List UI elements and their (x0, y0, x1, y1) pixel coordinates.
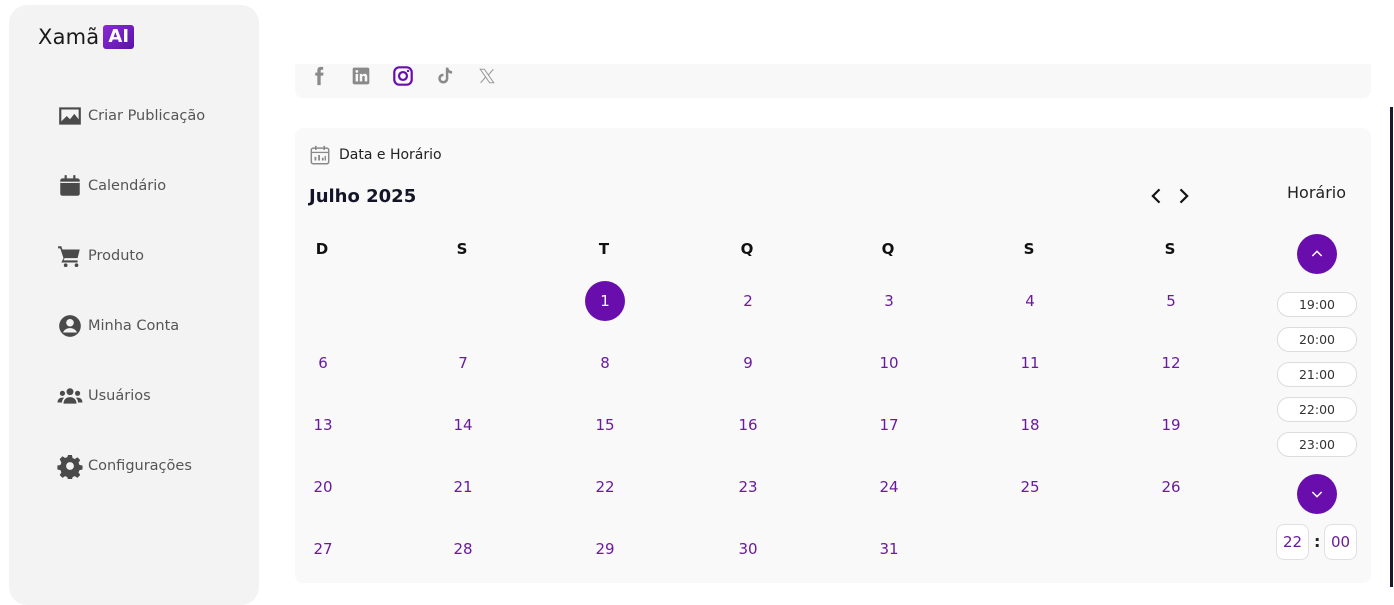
calendar-day[interactable]: 10 (869, 343, 909, 383)
calendar-day[interactable]: 3 (869, 281, 909, 321)
sidebar-item-label: Minha Conta (88, 318, 180, 334)
calendar-day[interactable]: 9 (728, 343, 768, 383)
calendar-day[interactable]: 6 (303, 343, 343, 383)
cart-icon (58, 246, 80, 268)
sidebar-item-usuarios[interactable]: Usuários (57, 383, 151, 409)
sidebar-item-label: Criar Publicação (88, 108, 206, 124)
social-network-bar (295, 64, 1371, 98)
next-month-button[interactable] (1173, 186, 1193, 206)
sidebar-item-configuracoes[interactable]: Configurações (57, 453, 192, 479)
calendar-day[interactable]: 30 (728, 529, 768, 569)
calendar-day[interactable]: 13 (303, 405, 343, 445)
calendar-day[interactable]: 22 (585, 467, 625, 507)
section-header: Data e Horário (309, 144, 442, 166)
calendar-day[interactable]: 19 (1151, 405, 1191, 445)
section-title: Data e Horário (339, 147, 442, 163)
calendar-day[interactable]: 16 (728, 405, 768, 445)
calendar-day[interactable]: 4 (1010, 281, 1050, 321)
sidebar-item-label: Usuários (88, 388, 151, 404)
calendar-day[interactable]: 17 (869, 405, 909, 445)
calendar-icon (60, 175, 80, 196)
time-slot[interactable]: 20:00 (1277, 327, 1357, 352)
calendar-day[interactable]: 23 (728, 467, 768, 507)
account-icon (59, 315, 81, 337)
logo[interactable]: Xamã AI (38, 25, 135, 49)
instagram-icon[interactable] (392, 65, 414, 87)
logo-text: Xamã (38, 25, 100, 49)
time-separator: : (1314, 532, 1321, 551)
time-slot[interactable]: 23:00 (1277, 432, 1357, 457)
sidebar-item-minha-conta[interactable]: Minha Conta (57, 313, 179, 339)
calendar-day[interactable]: 18 (1010, 405, 1050, 445)
calendar-day[interactable]: 12 (1151, 343, 1191, 383)
scrollbar[interactable] (1390, 107, 1393, 587)
image-icon (59, 107, 81, 125)
prev-month-button[interactable] (1147, 186, 1167, 206)
sidebar-item-label: Produto (88, 248, 144, 264)
sidebar-item-calendario[interactable]: Calendário (57, 173, 166, 199)
weekday-label: Q (881, 240, 895, 258)
calendar-day[interactable]: 29 (585, 529, 625, 569)
calendar-day[interactable]: 14 (443, 405, 483, 445)
time-down-button[interactable] (1297, 474, 1337, 514)
weekday-label: Q (740, 240, 754, 258)
chevron-right-icon (1179, 188, 1189, 204)
schedule-card: Data e Horário Julho 2025 DSTQQSS 123456… (295, 128, 1371, 583)
calendar-day[interactable]: 8 (585, 343, 625, 383)
tiktok-icon[interactable] (434, 65, 456, 87)
time-up-button[interactable] (1297, 234, 1337, 274)
calendar-day[interactable]: 28 (443, 529, 483, 569)
calendar-icon (310, 145, 330, 165)
calendar-day[interactable]: 21 (443, 467, 483, 507)
time-slot[interactable]: 21:00 (1277, 362, 1357, 387)
linkedin-icon[interactable] (350, 65, 372, 87)
weekday-label: S (1164, 240, 1176, 258)
calendar-day-selected[interactable]: 1 (585, 281, 625, 321)
minute-input[interactable]: 00 (1324, 524, 1357, 560)
calendar-day[interactable]: 20 (303, 467, 343, 507)
weekday-label: T (598, 240, 610, 258)
sidebar: Xamã AI Criar Publicação Calendário Prod… (9, 5, 259, 605)
calendar-day[interactable]: 2 (728, 281, 768, 321)
calendar-day[interactable]: 26 (1151, 467, 1191, 507)
chevron-up-icon (1311, 250, 1323, 257)
logo-badge: AI (103, 25, 135, 49)
calendar-day[interactable]: 7 (443, 343, 483, 383)
sidebar-item-label: Configurações (88, 458, 192, 474)
calendar-day[interactable]: 5 (1151, 281, 1191, 321)
chevron-left-icon (1151, 188, 1161, 204)
weekday-label: D (315, 240, 329, 258)
calendar-day[interactable]: 24 (869, 467, 909, 507)
calendar-day[interactable]: 25 (1010, 467, 1050, 507)
users-icon (57, 388, 83, 404)
time-title: Horário (1287, 183, 1347, 202)
time-slot[interactable]: 19:00 (1277, 292, 1357, 317)
sidebar-item-produto[interactable]: Produto (57, 243, 144, 269)
sidebar-item-label: Calendário (88, 178, 167, 194)
x-icon[interactable] (476, 65, 498, 87)
time-slot[interactable]: 22:00 (1277, 397, 1357, 422)
gear-icon (57, 454, 83, 479)
month-label: Julho 2025 (309, 186, 417, 207)
calendar-day[interactable]: 15 (585, 405, 625, 445)
facebook-icon[interactable] (308, 65, 330, 87)
sidebar-item-criar-publicacao[interactable]: Criar Publicação (57, 103, 205, 129)
calendar-day[interactable]: 11 (1010, 343, 1050, 383)
calendar-day[interactable]: 31 (869, 529, 909, 569)
chevron-down-icon (1311, 491, 1323, 498)
weekday-label: S (1023, 240, 1035, 258)
calendar-day[interactable]: 27 (303, 529, 343, 569)
hour-input[interactable]: 22 (1276, 524, 1309, 560)
weekday-label: S (456, 240, 468, 258)
